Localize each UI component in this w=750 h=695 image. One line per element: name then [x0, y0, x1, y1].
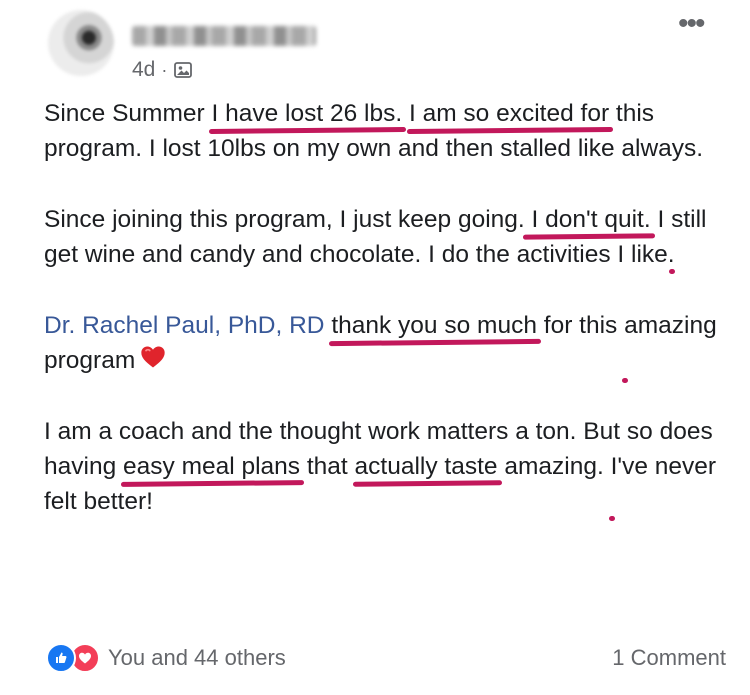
highlighted-text: I have lost 26 lbs.: [211, 100, 403, 127]
more-options-icon[interactable]: •••: [678, 9, 705, 39]
highlighted-text: thank you so much: [331, 312, 537, 339]
reaction-icons: [46, 643, 100, 673]
post-paragraph-1: Since Summer I have lost 26 lbs. I am so…: [44, 96, 724, 166]
text: that: [300, 453, 355, 480]
text: amazing.: [497, 453, 611, 480]
text: I: [650, 206, 672, 233]
post-timestamp[interactable]: 4d: [132, 58, 155, 82]
highlighted-text: easy meal plans: [123, 453, 301, 480]
highlighted-text: I don't quit.: [524, 206, 651, 233]
text: [402, 100, 409, 127]
text: Since joining this program, I just keep …: [44, 206, 525, 233]
author-name-blurred[interactable]: [132, 26, 316, 46]
highlighted-text: actually taste: [354, 453, 498, 480]
post-header: 4d · •••: [0, 0, 750, 95]
avatar[interactable]: [48, 10, 114, 76]
reactions-text[interactable]: You and 44 others: [108, 645, 286, 671]
reactions-summary[interactable]: You and 44 others: [46, 643, 286, 673]
post-footer: You and 44 others 1 Comment: [46, 640, 726, 676]
meta-separator: ·: [161, 59, 168, 80]
post-body: Since Summer I have lost 26 lbs. I am so…: [44, 96, 724, 555]
comments-count-link[interactable]: 1 Comment: [612, 645, 726, 671]
mention-link[interactable]: Dr. Rachel Paul, PhD, RD: [44, 312, 325, 339]
text: Since Summer: [44, 100, 212, 127]
heart-icon: [139, 343, 167, 371]
highlighted-text: I am so excited for: [408, 100, 610, 127]
post-paragraph-2: Since joining this program, I just keep …: [44, 202, 724, 272]
post-paragraph-4: I am a coach and the thought work matter…: [44, 414, 724, 519]
post-paragraph-3: Dr. Rachel Paul, PhD, RD thank you so mu…: [44, 308, 724, 378]
text: . I do the activities I like.: [414, 241, 675, 268]
like-icon: [46, 643, 76, 673]
audience-icon[interactable]: [173, 60, 193, 80]
text: for this: [536, 312, 625, 339]
post-meta: 4d ·: [132, 58, 193, 82]
